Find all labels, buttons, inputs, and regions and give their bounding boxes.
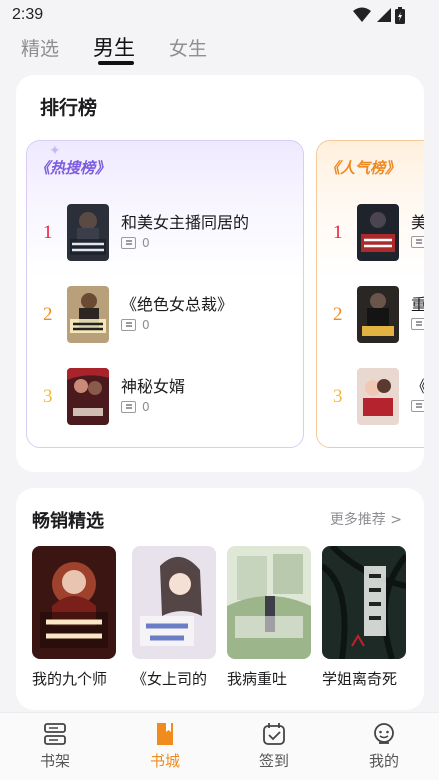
rank-item[interactable]: 2 重: [317, 286, 424, 346]
rank-number: 1: [333, 222, 343, 243]
book-card[interactable]: 我的九个师: [32, 546, 118, 689]
book-cover: [357, 368, 399, 425]
battery-icon: [395, 6, 405, 24]
tab-female[interactable]: 女生: [169, 34, 207, 61]
read-count: [411, 236, 424, 248]
book-title: 美: [411, 213, 424, 232]
rank-item[interactable]: 1 美: [317, 204, 424, 264]
book-title: 我病重吐: [227, 670, 288, 688]
book-title: 学姐离奇死: [322, 670, 398, 688]
book-icon: [121, 237, 136, 249]
bookstore-icon: [157, 723, 173, 745]
book-cover: [357, 204, 399, 261]
top-tabs: 精选 男生 女生: [0, 30, 439, 70]
rank-number: 2: [333, 304, 343, 325]
bookshelf-icon: [44, 723, 66, 745]
read-count: 0: [121, 400, 150, 414]
read-count: 0: [121, 236, 150, 250]
book-icon: [411, 400, 424, 412]
board-badge: 《人气榜》: [325, 159, 401, 177]
popularity-board[interactable]: 《人气榜》 1 美 2 重 3 《: [316, 140, 424, 448]
profile-icon: [374, 723, 394, 744]
rank-item[interactable]: 3 《: [317, 368, 424, 428]
book-card[interactable]: 《女上司的: [132, 546, 218, 689]
rank-number: 3: [43, 386, 53, 407]
nav-bookstore[interactable]: 书城: [135, 721, 195, 771]
book-title: 和美女主播同居的: [121, 213, 250, 232]
status-bar: 2:39: [0, 0, 439, 30]
status-time: 2:39: [12, 6, 44, 23]
best-sellers-card: 畅销精选 更多推荐 > 我的九个师 《女上司的 我病重吐 学姐离奇死: [16, 488, 424, 710]
book-cover: [132, 546, 216, 659]
checkin-icon: [263, 723, 285, 745]
rank-item[interactable]: 1 和美女主播同居的 0: [27, 204, 303, 264]
book-icon: [121, 319, 136, 331]
book-cover: [227, 546, 311, 659]
nav-label: 书城: [149, 752, 180, 770]
status-icons: [353, 6, 405, 24]
tab-indicator: [98, 61, 134, 65]
book-cover: [67, 204, 109, 261]
ranking-title: 排行榜: [40, 97, 98, 119]
rank-number: 2: [43, 304, 53, 325]
book-title: 《女上司的: [132, 670, 208, 688]
book-title: 神秘女婿: [121, 377, 186, 396]
signal-icon: [377, 8, 391, 22]
book-icon: [411, 318, 424, 330]
rank-number: 3: [333, 386, 343, 407]
book-title: 《: [411, 373, 424, 397]
best-sellers-title: 畅销精选: [32, 511, 104, 532]
nav-bookshelf[interactable]: 书架: [25, 721, 85, 771]
more-recommendations-link[interactable]: 更多推荐 >: [330, 509, 402, 529]
nav-label: 我的: [368, 752, 399, 770]
nav-profile[interactable]: 我的: [354, 721, 414, 771]
board-badge: 《热搜榜》: [35, 159, 111, 177]
read-count: 0: [121, 318, 150, 332]
book-cover: [67, 368, 109, 425]
book-icon: [411, 236, 424, 248]
nav-checkin[interactable]: 签到: [244, 721, 304, 771]
hot-search-board[interactable]: ✦ 《热搜榜》 1 和美女主播同居的 0 2 《绝色女总裁》 0 3 神秘女婿 …: [26, 140, 304, 448]
book-card[interactable]: 我病重吐: [227, 546, 313, 689]
rank-number: 1: [43, 222, 53, 243]
tab-featured[interactable]: 精选: [21, 34, 59, 61]
nav-label: 签到: [258, 752, 289, 770]
tab-male[interactable]: 男生: [93, 32, 135, 62]
book-title: 重: [411, 295, 424, 314]
book-card[interactable]: 学姐离奇死: [322, 546, 408, 689]
book-icon: [121, 401, 136, 413]
nav-label: 书架: [39, 752, 70, 770]
ranking-card: 排行榜 ✦ 《热搜榜》 1 和美女主播同居的 0 2 《绝色女总裁》 0 3 神: [16, 75, 424, 472]
book-title: 我的九个师: [32, 670, 108, 688]
rank-item[interactable]: 3 神秘女婿 0: [27, 368, 303, 428]
wifi-icon: [353, 7, 371, 22]
read-count: [411, 400, 424, 412]
read-count: [411, 318, 424, 330]
rank-item[interactable]: 2 《绝色女总裁》 0: [27, 286, 303, 346]
book-cover: [322, 546, 406, 659]
book-cover: [67, 286, 109, 343]
book-cover: [357, 286, 399, 343]
book-title: 《绝色女总裁》: [121, 295, 234, 314]
book-cover: [32, 546, 116, 659]
bottom-nav: 书架 书城 签到 我的: [0, 712, 439, 780]
